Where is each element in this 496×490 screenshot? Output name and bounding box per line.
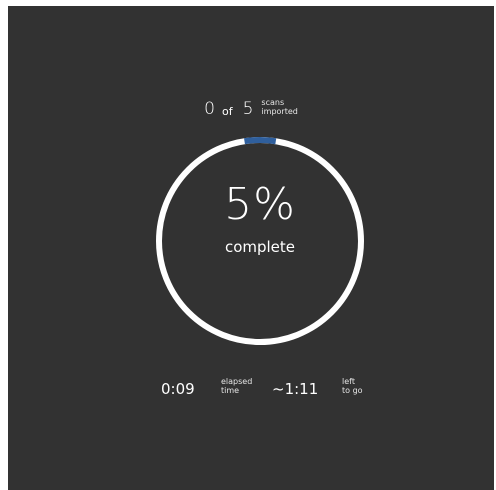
remaining-label-line1: left — [342, 377, 355, 386]
elapsed-time-label: elapsed time — [221, 377, 252, 395]
percent-complete: 5% — [224, 179, 296, 230]
elapsed-label-line2: time — [221, 386, 240, 395]
remaining-label-line2: to go — [342, 386, 363, 395]
scans-imported-label: scans imported — [261, 98, 297, 116]
complete-label: complete — [224, 238, 296, 256]
import-progress-panel: 0 of 5 scans imported 5% complete 0:09 e… — [8, 6, 494, 490]
scans-label-line2: imported — [261, 107, 298, 116]
time-row: 0:09 elapsed time ~1:11 left to go — [8, 372, 494, 406]
imported-count: 0 — [204, 99, 215, 119]
total-count: 5 — [242, 99, 254, 119]
of-label: of — [221, 104, 233, 118]
scans-label-line1: scans — [261, 98, 285, 107]
progress-center: 5% complete — [150, 131, 370, 351]
time-remaining-value: ~1:11 — [272, 380, 319, 398]
elapsed-time-value: 0:09 — [161, 380, 195, 398]
time-remaining-label: left to go — [342, 377, 363, 395]
elapsed-label-line1: elapsed — [221, 377, 253, 386]
scan-count-row: 0 of 5 scans imported — [8, 94, 494, 124]
